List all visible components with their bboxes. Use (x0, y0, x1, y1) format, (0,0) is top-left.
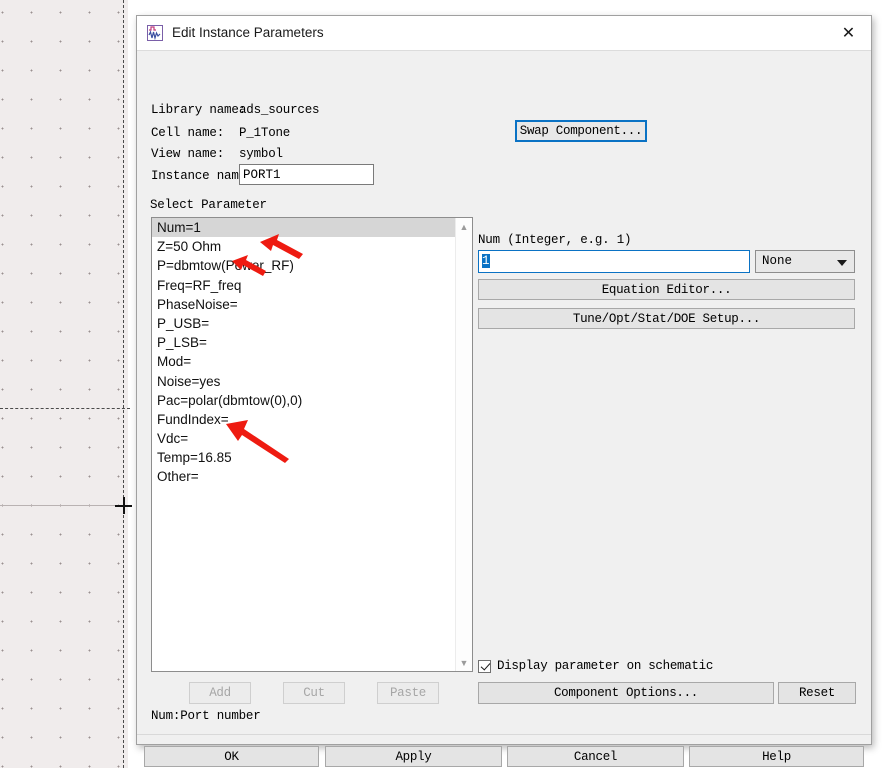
parameter-list-item[interactable]: P=dbmtow(Power_RF) (152, 256, 455, 275)
parameter-value-input[interactable]: 1 (478, 250, 750, 273)
parameter-list-item[interactable]: P_LSB= (152, 333, 455, 352)
parameter-list-item[interactable]: Other= (152, 467, 455, 486)
cut-button[interactable]: Cut (283, 682, 345, 704)
view-name-label: View name: (151, 147, 225, 161)
add-button[interactable]: Add (189, 682, 251, 704)
instance-name-label: Instance name: (151, 169, 254, 183)
parameter-value-text: 1 (482, 254, 490, 268)
chevron-down-icon[interactable]: ▼ (456, 654, 472, 671)
schematic-crosshair-cursor (115, 497, 132, 514)
parameter-list-item[interactable]: Noise=yes (152, 372, 455, 391)
view-name-value: symbol (239, 147, 283, 161)
display-parameter-checkbox[interactable]: Display parameter on schematic (478, 659, 713, 673)
cell-name-label: Cell name: (151, 126, 225, 140)
parameter-list-item[interactable]: Freq=RF_freq (152, 276, 455, 295)
edit-instance-parameters-dialog: Edit Instance Parameters ✕ Library name:… (136, 15, 872, 767)
unit-select-value: None (762, 254, 793, 268)
tune-opt-stat-doe-setup-button[interactable]: Tune/Opt/Stat/DOE Setup... (478, 308, 855, 329)
ok-button[interactable]: OK (144, 746, 319, 767)
close-icon[interactable]: ✕ (826, 16, 871, 49)
chevron-down-icon (837, 260, 847, 266)
parameter-list-item[interactable]: FundIndex= (152, 410, 455, 429)
cell-name-value: P_1Tone (239, 126, 291, 140)
instance-name-input[interactable]: PORT1 (239, 164, 374, 185)
parameter-list[interactable]: Num=1 Z=50 Ohm P=dbmtow(Power_RF) Freq=RF_f… (151, 217, 473, 672)
schematic-boundary-horizontal (0, 408, 130, 409)
chevron-up-icon[interactable]: ▲ (456, 218, 472, 235)
schematic-boundary-vertical (123, 0, 124, 768)
paste-button[interactable]: Paste (377, 682, 439, 704)
parameter-hint-label: Num (Integer, e.g. 1) (478, 233, 632, 247)
parameter-list-item[interactable]: Vdc= (152, 429, 455, 448)
dialog-title: Edit Instance Parameters (172, 25, 324, 40)
footer-divider (137, 734, 871, 735)
display-parameter-label: Display parameter on schematic (497, 659, 714, 673)
status-hint: Num:Port number (151, 709, 261, 723)
help-button[interactable]: Help (689, 746, 864, 767)
parameter-list-item[interactable]: Num=1 (152, 218, 455, 238)
parameter-list-item[interactable]: PhaseNoise= (152, 295, 455, 314)
swap-component-button[interactable]: Swap Component... (515, 120, 647, 142)
select-parameter-heading: Select Parameter (150, 198, 267, 212)
dialog-titlebar: Edit Instance Parameters ✕ (137, 16, 871, 51)
parameter-list-item[interactable]: Pac=polar(dbmtow(0),0) (152, 391, 455, 410)
component-options-button[interactable]: Component Options... (478, 682, 774, 704)
parameter-list-items: Num=1 Z=50 Ohm P=dbmtow(Power_RF) Freq=RF_f… (152, 218, 455, 487)
parameter-list-item[interactable]: Mod= (152, 352, 455, 371)
equation-editor-button[interactable]: Equation Editor... (478, 279, 855, 300)
parameter-list-item[interactable]: P_USB= (152, 314, 455, 333)
apply-button[interactable]: Apply (325, 746, 502, 767)
unit-select[interactable]: None (755, 250, 855, 273)
library-name-label: Library name: (151, 103, 246, 117)
checkbox-checked-icon (478, 659, 491, 673)
schematic-guide-line (0, 505, 128, 506)
parameter-list-item[interactable]: Temp=16.85 (152, 448, 455, 467)
component-symbol-icon (146, 24, 164, 42)
reset-button[interactable]: Reset (778, 682, 856, 704)
cancel-button[interactable]: Cancel (507, 746, 684, 767)
library-name-value: ads_sources (239, 103, 320, 117)
parameter-list-item[interactable]: Z=50 Ohm (152, 237, 455, 256)
parameter-list-scrollbar[interactable]: ▲ ▼ (455, 218, 472, 671)
